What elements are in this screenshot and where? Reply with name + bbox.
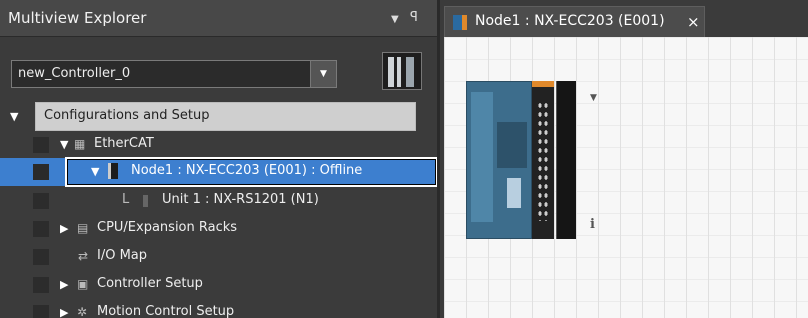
configuration-canvas[interactable]: ▼ i bbox=[444, 37, 808, 318]
tree-connector-icon: L bbox=[122, 192, 130, 207]
tree-item-configurations[interactable]: ▼ Configurations and Setup bbox=[0, 102, 437, 131]
configurations-header[interactable]: Configurations and Setup bbox=[35, 102, 416, 131]
expand-arrow-icon[interactable]: ▼ bbox=[10, 110, 18, 123]
pin-icon[interactable]: ꟼ bbox=[410, 10, 418, 25]
tab-label: Node1 : NX-ECC203 (E001) bbox=[475, 13, 665, 29]
tree-item-ethercat[interactable]: ▼ ▦ EtherCAT bbox=[0, 131, 437, 159]
controller-select-value: new_Controller_0 bbox=[18, 66, 131, 81]
io-map-icon: ⇄ bbox=[78, 249, 89, 263]
row-gutter bbox=[33, 137, 49, 153]
unit-icon bbox=[143, 195, 148, 207]
device-menu-icon[interactable]: ▼ bbox=[590, 93, 597, 103]
io-unit-module bbox=[532, 81, 554, 239]
tree-item-label: Configurations and Setup bbox=[44, 108, 210, 123]
close-icon[interactable]: × bbox=[687, 13, 700, 31]
row-gutter bbox=[33, 277, 49, 293]
expand-arrow-icon[interactable]: ▶ bbox=[60, 306, 68, 318]
row-gutter bbox=[33, 193, 49, 209]
row-gutter bbox=[33, 221, 49, 237]
tree-item-label: CPU/Expansion Racks bbox=[97, 220, 238, 235]
motion-icon: ✲ bbox=[77, 305, 88, 318]
controller-thumbnail-icon bbox=[382, 52, 422, 90]
row-gutter bbox=[33, 249, 49, 265]
rack-icon: ▤ bbox=[77, 221, 89, 235]
info-icon[interactable]: i bbox=[590, 217, 595, 232]
chevron-down-icon[interactable]: ▼ bbox=[310, 61, 336, 87]
editor-area: Node1 : NX-ECC203 (E001) × ▼ i bbox=[440, 0, 808, 318]
tree-item-label: I/O Map bbox=[97, 248, 148, 263]
controller-setup-icon: ▣ bbox=[77, 277, 89, 291]
panel-menu-icon[interactable]: ▼ bbox=[391, 14, 399, 25]
ethercat-icon: ▦ bbox=[74, 137, 86, 151]
expand-arrow-icon[interactable]: ▶ bbox=[60, 222, 68, 235]
tree-item-motion-control[interactable]: ▶ ✲ Motion Control Setup bbox=[0, 299, 437, 318]
tree-item-label: EtherCAT bbox=[94, 136, 154, 151]
tree-item-label: Motion Control Setup bbox=[97, 304, 235, 318]
tree-item-cpu-racks[interactable]: ▶ ▤ CPU/Expansion Racks bbox=[0, 215, 437, 243]
node-tab-icon bbox=[453, 15, 467, 30]
coupler-unit bbox=[466, 81, 532, 239]
end-cover bbox=[556, 81, 576, 239]
nx-ecc203-device-image[interactable] bbox=[466, 81, 581, 239]
row-gutter bbox=[33, 164, 49, 180]
tree-item-io-map[interactable]: ⇄ I/O Map bbox=[0, 243, 437, 271]
selection-highlight-box bbox=[65, 157, 438, 187]
expand-arrow-icon[interactable]: ▼ bbox=[60, 138, 68, 151]
tab-node1[interactable]: Node1 : NX-ECC203 (E001) × bbox=[444, 6, 705, 37]
multiview-explorer-panel: Multiview Explorer ▼ ꟼ new_Controller_0 … bbox=[0, 0, 438, 318]
expand-arrow-icon[interactable]: ▶ bbox=[60, 278, 68, 291]
panel-title: Multiview Explorer bbox=[8, 9, 147, 27]
tree-item-unit1[interactable]: L Unit 1 : NX-RS1201 (N1) bbox=[0, 187, 437, 215]
tree-item-label: Controller Setup bbox=[97, 276, 203, 291]
tree-item-controller-setup[interactable]: ▶ ▣ Controller Setup bbox=[0, 271, 437, 299]
row-gutter bbox=[33, 305, 49, 318]
controller-select[interactable]: new_Controller_0 ▼ bbox=[11, 60, 337, 88]
tree-item-label: Unit 1 : NX-RS1201 (N1) bbox=[162, 192, 319, 207]
panel-titlebar: Multiview Explorer ▼ ꟼ bbox=[0, 0, 437, 37]
